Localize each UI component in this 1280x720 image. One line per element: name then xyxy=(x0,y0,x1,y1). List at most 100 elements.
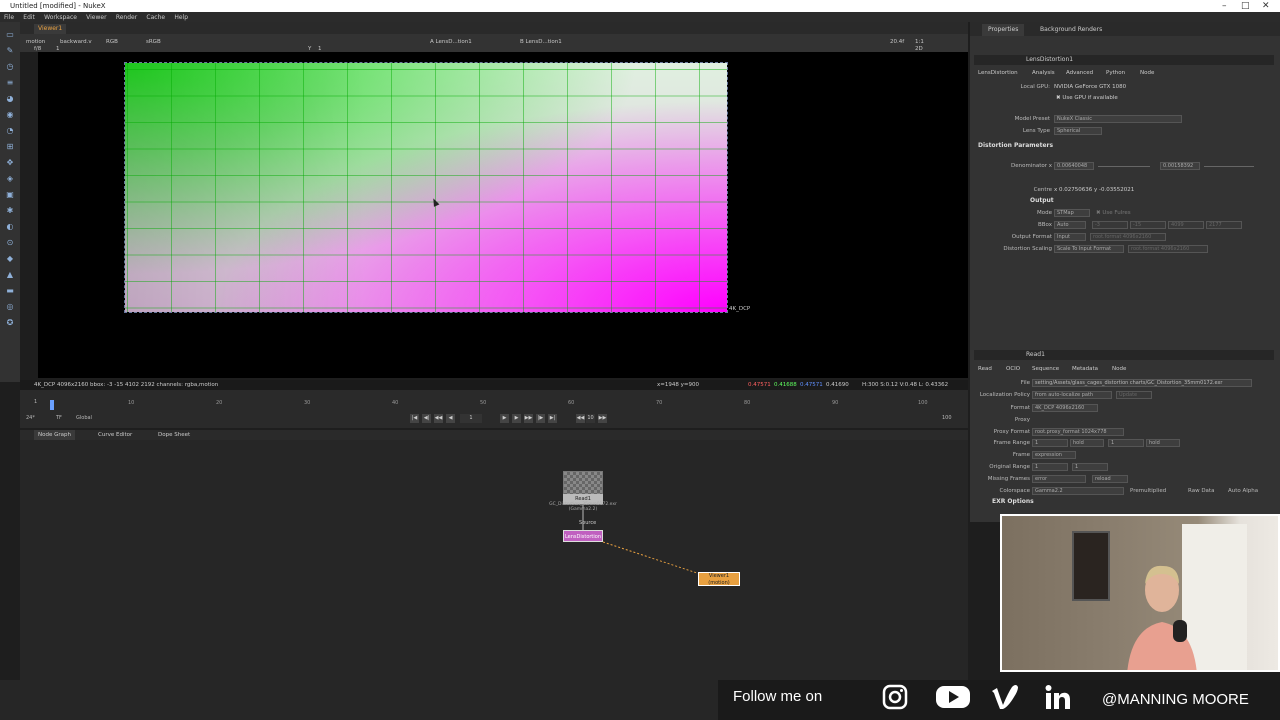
tab-viewer1[interactable]: Viewer1 xyxy=(34,24,67,34)
original-range-start[interactable]: 1 xyxy=(1032,463,1068,471)
tab-background-renders[interactable]: Background Renders xyxy=(1034,24,1108,36)
linkedin-icon[interactable] xyxy=(1043,683,1073,713)
input-b-select[interactable]: B LensD...tion1 xyxy=(520,37,562,47)
menu-edit[interactable]: Edit xyxy=(23,14,35,21)
views-icon[interactable]: ▣ xyxy=(5,190,15,199)
denominator-x-slider[interactable] xyxy=(1098,166,1150,167)
color-icon[interactable]: ◕ xyxy=(5,94,15,103)
menu-viewer[interactable]: Viewer xyxy=(86,14,106,21)
subtab-python[interactable]: Python xyxy=(1106,68,1125,78)
bbox-r-field[interactable]: 4099 xyxy=(1168,221,1204,229)
merge-icon[interactable]: ⊞ xyxy=(5,142,15,151)
other-icon[interactable]: ▬ xyxy=(5,286,15,295)
youtube-icon[interactable] xyxy=(935,683,971,713)
current-frame-field[interactable]: 1 xyxy=(460,414,482,423)
tab-dope-sheet[interactable]: Dope Sheet xyxy=(154,430,194,440)
subtab-advanced[interactable]: Advanced xyxy=(1066,68,1093,78)
viewer-node[interactable]: Viewer1 (motion) xyxy=(698,572,740,586)
next-frame-icon[interactable]: ▶ xyxy=(512,414,521,423)
denominator-y-field[interactable]: 0.00158392 xyxy=(1160,162,1200,170)
vimeo-icon[interactable] xyxy=(990,683,1020,713)
time-icon[interactable]: ◷ xyxy=(5,62,15,71)
bbox-x-field[interactable]: -3 xyxy=(1092,221,1128,229)
play-icon[interactable]: ▶ xyxy=(500,414,509,423)
goto-start-icon[interactable]: |◀ xyxy=(410,414,419,423)
goto-end-icon[interactable]: ▶| xyxy=(548,414,557,423)
subtab-node[interactable]: Node xyxy=(1140,68,1154,78)
skip-back-icon[interactable]: ◀◀ xyxy=(576,414,585,423)
metadata-icon[interactable]: ✱ xyxy=(5,206,15,215)
tab-node-graph[interactable]: Node Graph xyxy=(34,430,75,440)
subtab-analysis[interactable]: Analysis xyxy=(1032,68,1055,78)
subtab-lensdistortion[interactable]: LensDistortion xyxy=(978,68,1018,78)
subtab-node[interactable]: Node xyxy=(1112,364,1126,374)
output-format-select[interactable]: Input xyxy=(1054,233,1086,241)
menu-render[interactable]: Render xyxy=(116,14,137,21)
model-preset-select[interactable]: NukeX Classic xyxy=(1054,115,1182,123)
playhead[interactable] xyxy=(50,400,54,410)
tab-curve-editor[interactable]: Curve Editor xyxy=(94,430,136,440)
raw-data-checkbox[interactable]: Raw Data xyxy=(1188,487,1228,496)
distortion-scaling-value[interactable]: root.format 4096x2160 xyxy=(1128,245,1208,253)
scope-select[interactable]: Global xyxy=(76,415,92,421)
toolsets-icon[interactable]: ◐ xyxy=(5,222,15,231)
image-icon[interactable]: ▭ xyxy=(5,30,15,39)
fps-select[interactable]: 24* xyxy=(26,415,35,421)
hold-start-select[interactable]: hold xyxy=(1070,439,1104,447)
tf-select[interactable]: TF xyxy=(56,415,62,421)
tab-properties[interactable]: Properties xyxy=(982,24,1025,36)
centre-value[interactable]: x 0.02750636 y -0.03552021 xyxy=(1054,186,1144,195)
localization-select[interactable]: from auto-localize path xyxy=(1032,391,1112,399)
menu-cache[interactable]: Cache xyxy=(146,14,165,21)
use-fulres-checkbox[interactable]: ✖ Use Fulres xyxy=(1096,209,1156,218)
reload-button[interactable]: reload xyxy=(1092,475,1128,483)
original-range-end[interactable]: 1 xyxy=(1072,463,1108,471)
step-size-field[interactable]: 10 xyxy=(586,414,595,423)
colorspace-select[interactable]: Gamma2.2 xyxy=(1032,487,1124,495)
proxy-format-select[interactable]: root.proxy_format 1024x778 xyxy=(1032,428,1124,436)
deep-icon[interactable]: ◆ xyxy=(5,254,15,263)
output-format-value[interactable]: root.format 4096x2160 xyxy=(1090,233,1166,241)
bbox-y-field[interactable]: -15 xyxy=(1130,221,1166,229)
frame-select[interactable]: expression xyxy=(1032,451,1076,459)
auto-alpha-checkbox[interactable]: Auto Alpha xyxy=(1228,487,1268,496)
premultiplied-checkbox[interactable]: Premultiplied xyxy=(1130,487,1190,496)
draw-icon[interactable]: ✎ xyxy=(5,46,15,55)
step-back-icon[interactable]: ◀◀ xyxy=(434,414,443,423)
skip-forward-icon[interactable]: ▶▶ xyxy=(598,414,607,423)
frame-range-start[interactable]: 1 xyxy=(1032,439,1068,447)
filter-icon[interactable]: ◉ xyxy=(5,110,15,119)
ocula-icon[interactable]: ◎ xyxy=(5,302,15,311)
input-a-select[interactable]: A LensD...tion1 xyxy=(430,37,472,47)
rgb-select[interactable]: RGB xyxy=(106,37,118,47)
menu-workspace[interactable]: Workspace xyxy=(44,14,77,21)
subtab-sequence[interactable]: Sequence xyxy=(1032,364,1059,374)
missing-frames-select[interactable]: error xyxy=(1032,475,1086,483)
furnace-icon[interactable]: ▲ xyxy=(5,270,15,279)
keyer-icon[interactable]: ◔ xyxy=(5,126,15,135)
update-button[interactable]: Update xyxy=(1116,391,1152,399)
particles-icon[interactable]: ⊙ xyxy=(5,238,15,247)
menu-file[interactable]: File xyxy=(4,14,14,21)
file-path-field[interactable]: setting/Assets/glass_cages_distortion ch… xyxy=(1032,379,1252,387)
node-graph-canvas[interactable] xyxy=(20,440,968,680)
timeline-ruler[interactable]: 10 20 30 40 50 60 70 80 90 100 xyxy=(30,400,960,410)
denominator-y-slider[interactable] xyxy=(1204,166,1254,167)
lens-distortion-node[interactable]: LensDistortion xyxy=(563,530,603,542)
frame-range-end[interactable]: 1 xyxy=(1108,439,1144,447)
subtab-ocio[interactable]: OCIO xyxy=(1006,364,1020,374)
subtab-read[interactable]: Read xyxy=(978,364,992,374)
gizmo-icon[interactable]: ✪ xyxy=(5,318,15,327)
close-icon[interactable]: ✕ xyxy=(1262,0,1270,12)
lut-select[interactable]: sRGB xyxy=(146,37,161,47)
denominator-x-field[interactable]: 0.00640048 xyxy=(1054,162,1094,170)
format-select[interactable]: 4K_DCP 4096x2160 xyxy=(1032,404,1098,412)
use-gpu-checkbox[interactable]: ✖ Use GPU if available xyxy=(1056,94,1176,103)
mode-select[interactable]: STMap xyxy=(1054,209,1090,217)
direction-select[interactable]: backward.v xyxy=(60,37,92,47)
lens-type-select[interactable]: Spherical xyxy=(1054,127,1102,135)
instagram-icon[interactable] xyxy=(880,683,910,713)
subtab-metadata[interactable]: Metadata xyxy=(1072,364,1098,374)
distortion-scaling-select[interactable]: Scale To Input Format xyxy=(1054,245,1124,253)
minimize-icon[interactable]: – xyxy=(1222,0,1227,12)
